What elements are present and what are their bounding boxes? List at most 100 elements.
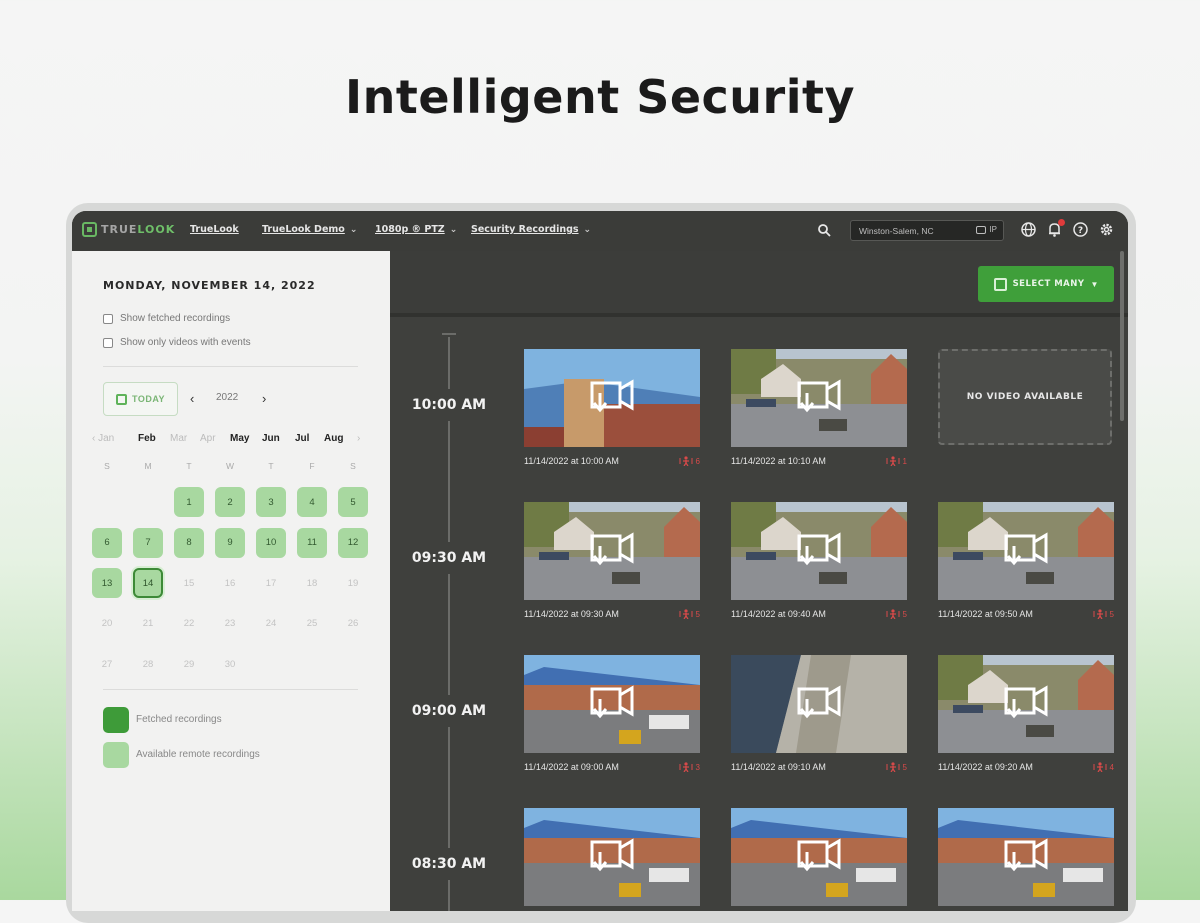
recording-card[interactable]: 11/14/2022 at 09:10 AM 5 bbox=[731, 655, 907, 772]
download-video-icon[interactable] bbox=[1000, 683, 1052, 723]
recording-thumbnail[interactable] bbox=[524, 502, 700, 600]
today-button[interactable]: TODAY bbox=[103, 382, 178, 416]
globe-icon[interactable] bbox=[1020, 221, 1037, 238]
weekday-header: S bbox=[104, 461, 110, 471]
nav-camera-select[interactable]: 1080p ® PTZ ⌄ bbox=[375, 224, 457, 235]
month-5[interactable]: Jun bbox=[262, 433, 280, 444]
events-only-checkbox[interactable] bbox=[103, 337, 113, 348]
calendar-day-7[interactable]: 7 bbox=[133, 527, 163, 558]
calendar-day-18: 18 bbox=[306, 577, 318, 589]
recording-thumbnail[interactable] bbox=[731, 349, 907, 447]
prev-year-button[interactable]: ‹ bbox=[190, 391, 194, 406]
recording-thumbnail[interactable] bbox=[524, 808, 700, 906]
recording-card[interactable]: 11/14/2022 at 09:30 AM 5 bbox=[524, 502, 700, 619]
month-4[interactable]: May bbox=[230, 433, 249, 444]
recording-card[interactable]: 11/14/2022 at 09:50 AM 5 bbox=[938, 502, 1114, 619]
settings-icon[interactable] bbox=[1098, 221, 1115, 238]
truelook-logo[interactable]: TRUELOOK bbox=[82, 222, 175, 237]
nav-truelook-demo[interactable]: TrueLook Demo ⌄ bbox=[262, 224, 357, 235]
month-8[interactable]: › bbox=[357, 433, 360, 444]
person-event-icon bbox=[886, 609, 900, 619]
calendar-day-2[interactable]: 2 bbox=[215, 487, 245, 517]
timeline-line bbox=[448, 337, 450, 911]
calendar-day-5[interactable]: 5 bbox=[338, 487, 368, 517]
calendar-day-13[interactable]: 13 bbox=[92, 568, 122, 598]
top-bar: TRUELOOK TrueLook TrueLook Demo ⌄ 1080p ®… bbox=[72, 211, 1128, 252]
download-video-icon[interactable] bbox=[586, 836, 638, 876]
recording-caption-row: 11/14/2022 at 09:40 AM 5 bbox=[731, 609, 907, 619]
search-icon[interactable] bbox=[817, 223, 831, 237]
recording-thumbnail[interactable] bbox=[938, 502, 1114, 600]
download-video-icon[interactable] bbox=[586, 530, 638, 570]
show-fetched-checkbox-row[interactable]: Show fetched recordings bbox=[103, 313, 230, 324]
recording-card[interactable]: 11/14/2022 at 09:00 AM 3 bbox=[524, 655, 700, 772]
month-3[interactable]: Apr bbox=[200, 433, 216, 444]
calendar-day-10[interactable]: 10 bbox=[256, 527, 286, 558]
page-headline: Intelligent Security bbox=[344, 70, 855, 124]
month-2[interactable]: Mar bbox=[170, 433, 187, 444]
location-selector[interactable]: Winston-Salem, NC IP bbox=[850, 220, 1004, 241]
recording-thumbnail[interactable] bbox=[938, 808, 1114, 906]
next-year-button[interactable]: › bbox=[262, 391, 266, 406]
calendar-icon bbox=[115, 393, 127, 405]
month-1[interactable]: Feb bbox=[138, 433, 156, 444]
recording-card[interactable] bbox=[938, 808, 1114, 906]
recording-card[interactable]: 11/14/2022 at 10:00 AM 6 bbox=[524, 349, 700, 466]
download-video-icon[interactable] bbox=[1000, 836, 1052, 876]
scrollbar[interactable] bbox=[1120, 251, 1124, 421]
calendar-day-4[interactable]: 4 bbox=[297, 487, 327, 517]
recording-card[interactable]: 11/14/2022 at 09:20 AM 4 bbox=[938, 655, 1114, 772]
legend-fetched-swatch bbox=[103, 707, 129, 733]
download-video-icon[interactable] bbox=[793, 836, 845, 876]
recording-timestamp: 11/14/2022 at 10:10 AM bbox=[731, 456, 826, 466]
camera-ip-icon bbox=[976, 225, 987, 234]
nav-security-recordings[interactable]: Security Recordings ⌄ bbox=[471, 224, 591, 235]
download-video-icon[interactable] bbox=[1000, 530, 1052, 570]
download-video-icon[interactable] bbox=[793, 530, 845, 570]
calendar-day-6[interactable]: 6 bbox=[92, 527, 122, 558]
person-event-icon bbox=[886, 762, 900, 772]
recording-thumbnail[interactable] bbox=[524, 655, 700, 753]
events-only-checkbox-row[interactable]: Show only videos with events bbox=[103, 337, 251, 348]
event-indicator[interactable]: 1 bbox=[886, 456, 907, 466]
download-video-icon[interactable] bbox=[586, 683, 638, 723]
event-indicator[interactable]: 3 bbox=[679, 762, 700, 772]
weekday-header: S bbox=[350, 461, 356, 471]
recording-card[interactable]: 11/14/2022 at 09:40 AM 5 bbox=[731, 502, 907, 619]
download-video-icon[interactable] bbox=[586, 377, 638, 417]
month-0[interactable]: ‹ Jan bbox=[92, 433, 114, 444]
weekday-header: T bbox=[268, 461, 274, 471]
recording-thumbnail[interactable] bbox=[938, 655, 1114, 753]
event-indicator[interactable]: 5 bbox=[679, 609, 700, 619]
calendar-day-1[interactable]: 1 bbox=[174, 487, 204, 517]
recording-thumbnail[interactable] bbox=[731, 655, 907, 753]
recording-thumbnail[interactable] bbox=[731, 502, 907, 600]
weekday-header: M bbox=[144, 461, 152, 471]
recording-card[interactable] bbox=[731, 808, 907, 906]
calendar-day-12[interactable]: 12 bbox=[338, 527, 368, 558]
month-6[interactable]: Jul bbox=[295, 433, 309, 444]
recording-thumbnail[interactable] bbox=[524, 349, 700, 447]
calendar-day-11[interactable]: 11 bbox=[297, 527, 327, 558]
recording-thumbnail[interactable] bbox=[731, 808, 907, 906]
show-fetched-checkbox[interactable] bbox=[103, 313, 113, 324]
help-icon[interactable]: ? bbox=[1072, 221, 1089, 238]
recording-card[interactable] bbox=[524, 808, 700, 906]
event-indicator[interactable]: 5 bbox=[1093, 609, 1114, 619]
event-indicator[interactable]: 5 bbox=[886, 609, 907, 619]
legend-fetched-label: Fetched recordings bbox=[136, 714, 222, 725]
calendar-day-14[interactable]: 14 bbox=[133, 568, 163, 598]
download-video-icon[interactable] bbox=[793, 377, 845, 417]
recording-card[interactable]: 11/14/2022 at 10:10 AM 1 bbox=[731, 349, 907, 466]
month-7[interactable]: Aug bbox=[324, 433, 343, 444]
calendar-day-9[interactable]: 9 bbox=[215, 527, 245, 558]
event-indicator[interactable]: 5 bbox=[886, 762, 907, 772]
event-indicator[interactable]: 6 bbox=[679, 456, 700, 466]
calendar-day-8[interactable]: 8 bbox=[174, 527, 204, 558]
event-indicator[interactable]: 4 bbox=[1093, 762, 1114, 772]
calendar-day-3[interactable]: 3 bbox=[256, 487, 286, 517]
person-event-icon bbox=[1093, 762, 1107, 772]
download-video-icon[interactable] bbox=[793, 683, 845, 723]
select-many-button[interactable]: SELECT MANY ▼ bbox=[978, 266, 1114, 302]
nav-truelook[interactable]: TrueLook bbox=[190, 224, 239, 235]
